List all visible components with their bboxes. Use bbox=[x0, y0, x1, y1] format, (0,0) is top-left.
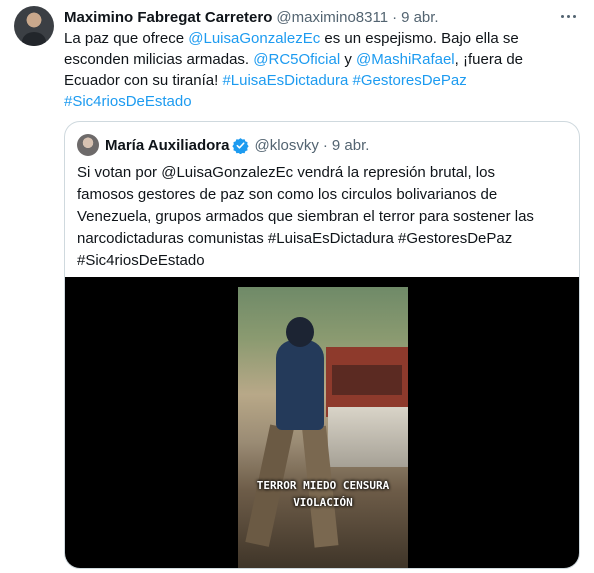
quoted-text-line: Venezuela, grupos armados que siembran e… bbox=[77, 208, 534, 225]
tweet-text-line: Ecuador con su tiranía! #LuisaEsDictadur… bbox=[64, 70, 574, 91]
quoted-author-handle: @klosvky bbox=[254, 136, 319, 154]
hashtag-link[interactable]: #GestoresDePaz bbox=[353, 72, 467, 89]
tweet-timestamp[interactable]: 9 abr. bbox=[401, 9, 439, 26]
tweet-header: Maximino Fabregat Carretero @maximino831… bbox=[64, 7, 439, 27]
tweet-text-line: #Sic4riosDeEstado bbox=[64, 91, 574, 112]
hashtag-link[interactable]: #Sic4riosDeEstado bbox=[64, 93, 192, 110]
tweet[interactable]: Maximino Fabregat Carretero @maximino831… bbox=[0, 0, 594, 573]
quoted-author-avatar bbox=[77, 134, 99, 156]
tweet-text-line: esconden milicias armadas. @RC5Oficial y… bbox=[64, 49, 574, 70]
quoted-text-line: Si votan por @LuisaGonzalezEc vendrá la … bbox=[77, 164, 495, 181]
tweet-text-segment: La paz que ofrece bbox=[64, 30, 189, 47]
video-caption: TERROR MIEDO CENSURA VIOLACIÓN bbox=[238, 477, 408, 511]
tweet-text-segment: y bbox=[340, 51, 357, 68]
author-name[interactable]: Maximino Fabregat Carretero bbox=[64, 9, 272, 26]
tweet-text-line: La paz que ofrece @LuisaGonzalezEc es un… bbox=[64, 28, 574, 49]
quoted-text-line: famosos gestores de paz son como los cir… bbox=[77, 186, 498, 203]
hashtag-link[interactable]: #LuisaEsDictadura bbox=[222, 72, 348, 89]
author-handle[interactable]: @maximino8311 bbox=[276, 9, 388, 26]
quoted-tweet[interactable]: María Auxiliadora @klosvky · 9 abr. Si v… bbox=[64, 121, 580, 569]
author-avatar[interactable] bbox=[14, 6, 54, 46]
tweet-text-segment: esconden milicias armadas. bbox=[64, 51, 254, 68]
quoted-text-line: #Sic4riosDeEstado bbox=[77, 252, 205, 269]
tweet-text-segment: Ecuador con su tiranía! bbox=[64, 72, 223, 89]
quoted-author-name: María Auxiliadora bbox=[105, 136, 230, 154]
quoted-separator-dot: · bbox=[322, 136, 328, 154]
video-background-truck bbox=[328, 407, 408, 467]
verified-badge-icon bbox=[232, 137, 250, 154]
more-options-icon[interactable] bbox=[556, 6, 580, 26]
mention-link[interactable]: @LuisaGonzalezEc bbox=[188, 30, 320, 47]
quoted-timestamp: 9 abr. bbox=[331, 136, 370, 154]
tweet-text-segment: es un espejismo. Bajo ella se bbox=[320, 30, 519, 47]
mention-link[interactable]: @MashiRafael bbox=[356, 51, 455, 68]
video-person-figure bbox=[245, 312, 339, 568]
quoted-text-line: narcodictaduras comunistas #LuisaEsDicta… bbox=[77, 230, 513, 247]
video-caption-line: TERROR MIEDO CENSURA bbox=[256, 479, 390, 492]
tweet-text: La paz que ofrece @LuisaGonzalezEc es un… bbox=[64, 28, 574, 112]
video-player[interactable]: TERROR MIEDO CENSURA VIOLACIÓN bbox=[65, 277, 579, 568]
mention-link[interactable]: @RC5Oficial bbox=[253, 51, 340, 68]
quoted-tweet-header: María Auxiliadora @klosvky · 9 abr. bbox=[105, 134, 369, 156]
video-frame[interactable]: TERROR MIEDO CENSURA VIOLACIÓN bbox=[238, 287, 408, 568]
tweet-text-segment: , ¡fuera de bbox=[454, 51, 524, 68]
video-caption-line: VIOLACIÓN bbox=[293, 496, 353, 509]
separator-dot: · bbox=[392, 8, 398, 26]
quoted-tweet-text: Si votan por @LuisaGonzalezEc vendrá la … bbox=[77, 162, 569, 272]
